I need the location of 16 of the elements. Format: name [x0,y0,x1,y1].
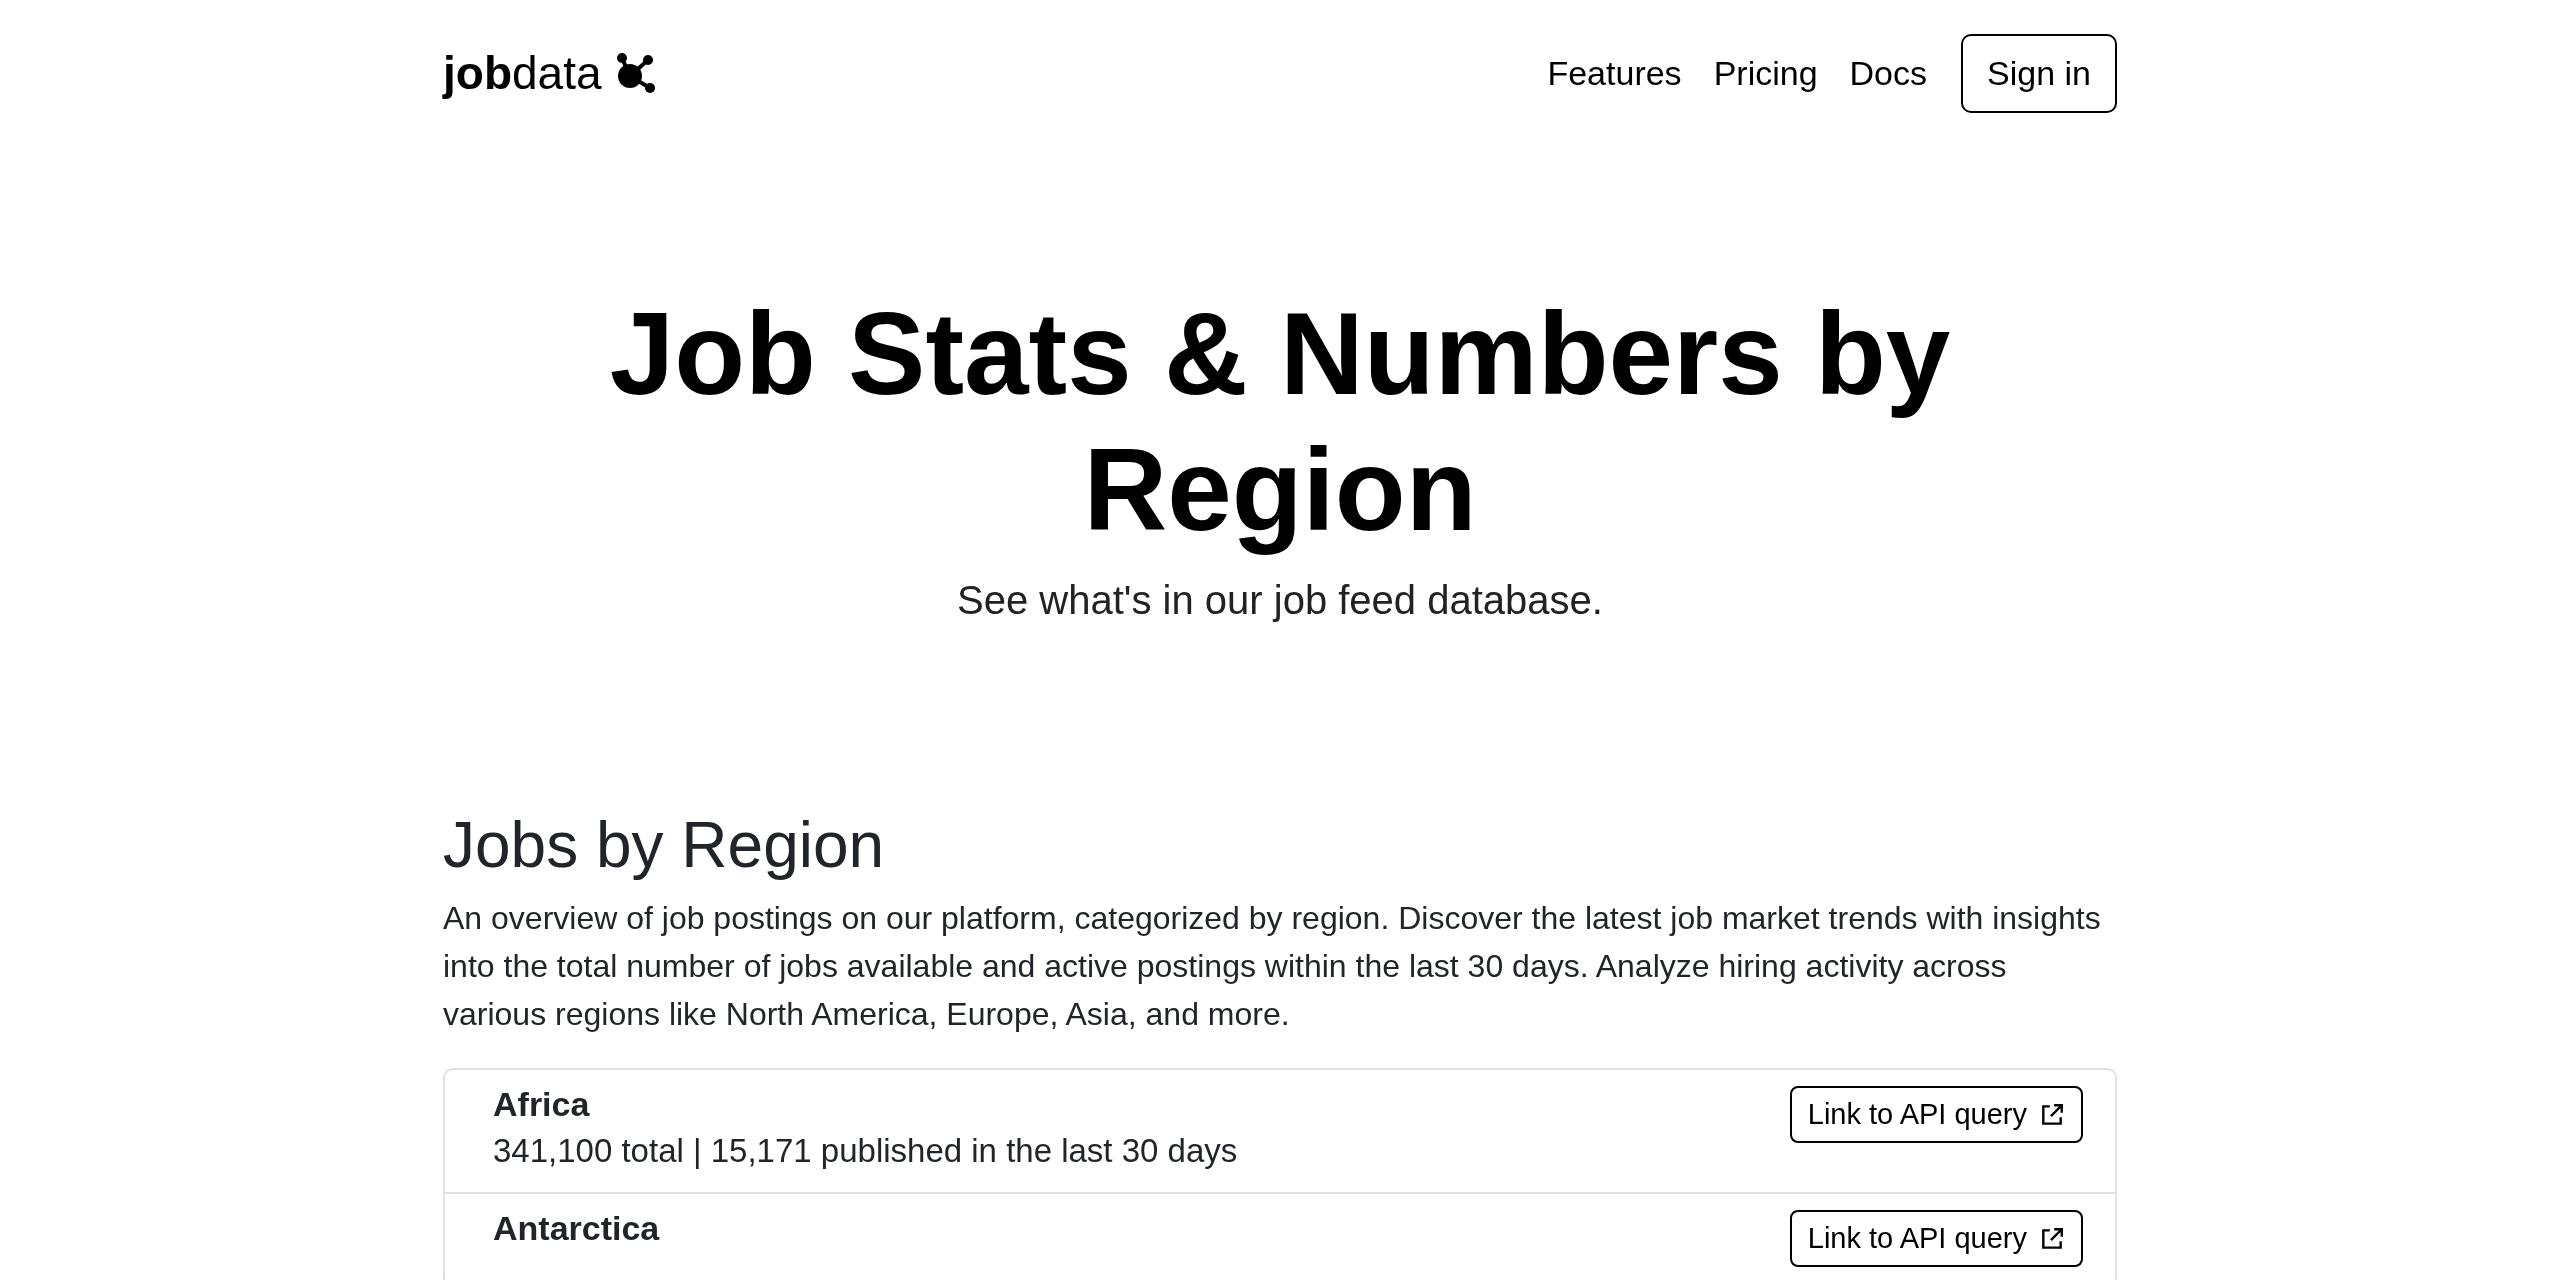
region-name: Antarctica [493,1208,660,1249]
nav-link[interactable]: Features [1547,53,1682,93]
page-title: Job Stats & Numbers by Region [608,288,1952,557]
nav-link[interactable]: Pricing [1713,53,1818,93]
sign-in-button[interactable]: Sign in [1961,33,2117,113]
region-stats: 341,100 total | 15,171 published in the last 30 days [493,1131,1238,1171]
logo[interactable]: jobdata [443,46,602,100]
section-title: Jobs by Region [443,808,886,882]
region-name: Africa [493,1084,591,1125]
section-description: An overview of job postings on our platform, categorized by region. Discover the latest job market trends with insights into the total number of jobs available and active postings within the last 30 days. Analyze hiring activity across various regions like North America, Europe, Asia, and more. [443,899,2102,1034]
nav-link[interactable]: Docs [1849,53,1928,93]
api-query-link[interactable]: Link to API query [1789,1086,2083,1143]
external-link-icon [2039,1225,2065,1252]
api-query-link[interactable]: Link to API query [1789,1210,2083,1267]
external-link-icon [2039,1101,2065,1128]
page-subtitle: See what's in our job feed database. [956,578,1604,623]
